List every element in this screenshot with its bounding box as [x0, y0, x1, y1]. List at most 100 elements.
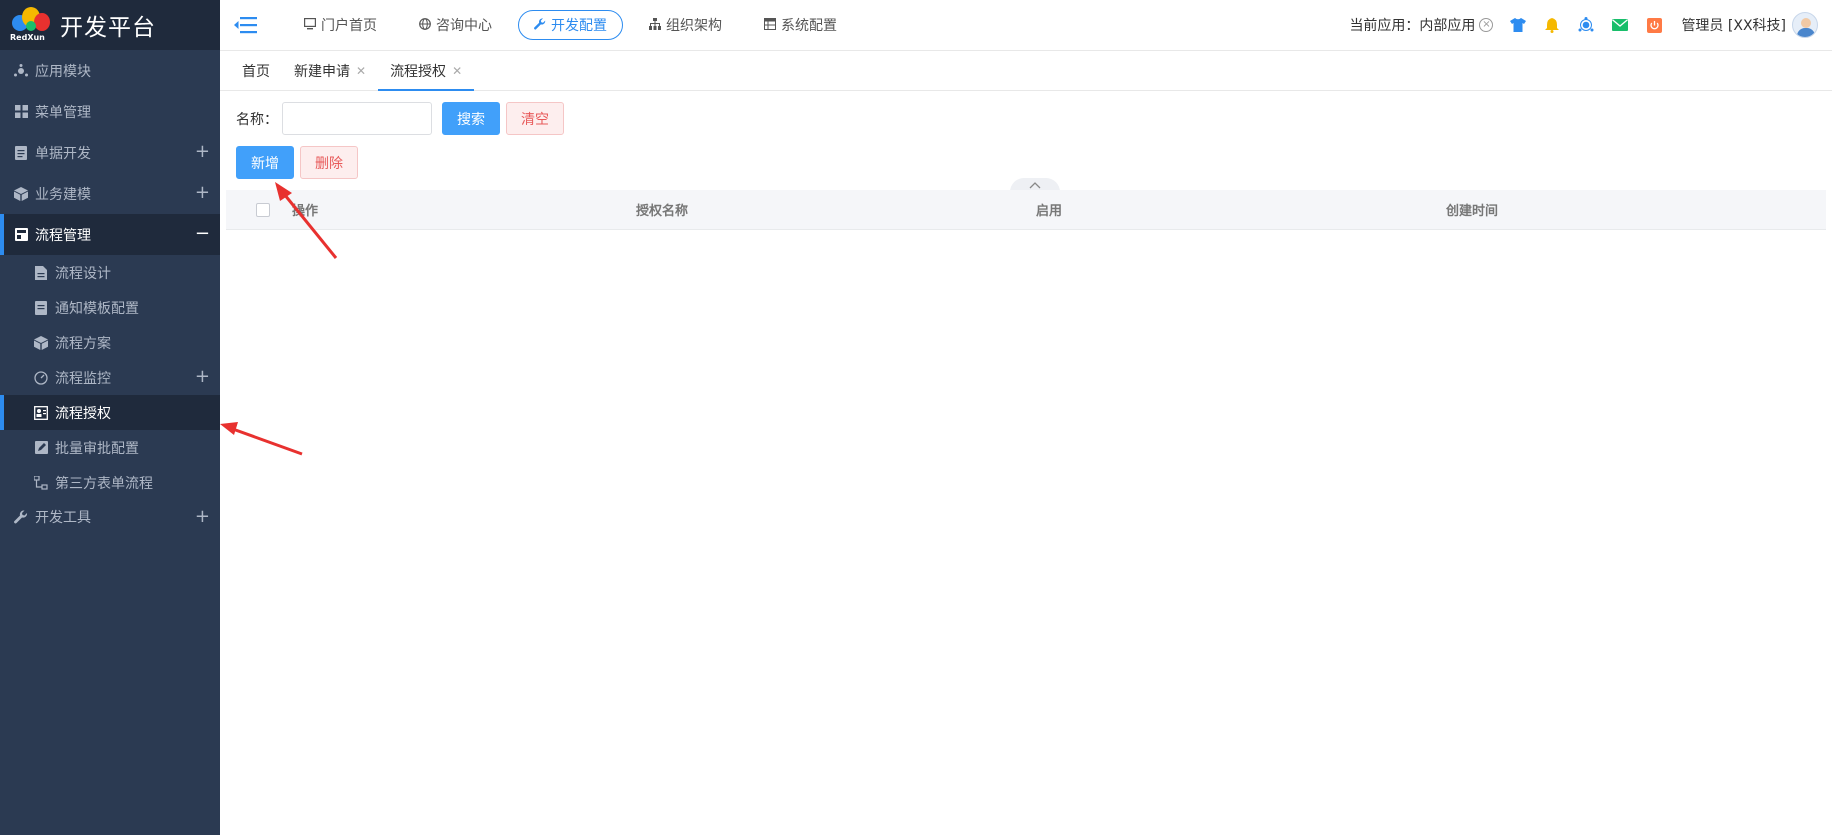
- sidebar-item-app-module[interactable]: 应用模块: [0, 50, 220, 91]
- authorize-icon: [34, 405, 48, 420]
- app-module-icon[interactable]: [1577, 16, 1595, 34]
- clear-app-icon[interactable]: ×: [1479, 18, 1494, 32]
- logo-icon: RedXun: [10, 5, 54, 45]
- shirt-icon[interactable]: [1509, 16, 1527, 34]
- globe-icon: [419, 17, 431, 33]
- tab-workflow-authorize[interactable]: 流程授权 ✕: [378, 51, 475, 91]
- sidebar-subitem-workflow-monitor[interactable]: 流程监控 +: [0, 360, 220, 395]
- close-icon[interactable]: ✕: [356, 64, 366, 78]
- sidebar-item-label: 开发工具: [35, 510, 91, 526]
- collapse-icon[interactable]: −: [195, 224, 210, 244]
- sidebar-subitem-batch-approval[interactable]: 批量审批配置: [0, 430, 220, 465]
- top-nav: 门户首页 咨询中心 开发配置 组织架构 系统配置: [288, 10, 863, 40]
- topnav-label: 组织架构: [666, 18, 722, 34]
- sidebar-nav-bottom: 开发工具 +: [0, 500, 220, 534]
- topnav-system-config[interactable]: 系统配置: [748, 10, 853, 40]
- add-button[interactable]: 新增: [236, 146, 294, 179]
- expand-icon[interactable]: +: [195, 183, 210, 203]
- sidebar-subitem-label: 流程授权: [55, 405, 111, 422]
- document-icon: [14, 145, 28, 160]
- sidebar-item-label: 业务建模: [35, 186, 91, 203]
- select-all-checkbox[interactable]: [256, 202, 270, 217]
- tab-new-application[interactable]: 新建申请 ✕: [282, 51, 378, 90]
- sidebar-item-doc-dev[interactable]: 单据开发 +: [0, 132, 220, 173]
- sidebar-subitem-workflow-authorize[interactable]: 流程授权: [0, 395, 220, 430]
- topbar: 门户首页 咨询中心 开发配置 组织架构 系统配置 当前应用：内部应用 × 管理员…: [220, 0, 1832, 51]
- user-menu[interactable]: 管理员 [XX科技]: [1681, 12, 1818, 38]
- file-icon: [34, 265, 48, 280]
- column-header-auth-name[interactable]: 授权名称: [636, 200, 688, 219]
- current-app[interactable]: 当前应用：内部应用 ×: [1349, 15, 1494, 35]
- app-module-icon: [14, 63, 28, 78]
- topnav-label: 门户首页: [321, 18, 377, 34]
- sidebar-item-label: 单据开发: [35, 145, 91, 162]
- cube-icon: [14, 186, 28, 201]
- sidebar-item-label: 菜单管理: [35, 104, 91, 121]
- sidebar-subitem-workflow-scheme[interactable]: 流程方案: [0, 325, 220, 360]
- sitemap-icon: [34, 475, 48, 490]
- tab-label: 首页: [242, 63, 270, 80]
- sidebar-subitem-label: 流程方案: [55, 335, 111, 352]
- user-label: 管理员 [XX科技]: [1681, 18, 1786, 34]
- expand-icon[interactable]: +: [195, 507, 210, 527]
- logo-area[interactable]: RedXun 开发平台: [0, 0, 220, 50]
- gauge-icon: [34, 370, 48, 385]
- column-header-created-time[interactable]: 创建时间: [1446, 200, 1498, 219]
- table-icon: [764, 17, 776, 33]
- brand-sub: RedXun: [10, 33, 45, 42]
- topnav-consult-center[interactable]: 咨询中心: [403, 10, 508, 40]
- org-icon: [649, 17, 661, 33]
- sidebar-item-menu-manage[interactable]: 菜单管理: [0, 91, 220, 132]
- sidebar-item-label: 应用模块: [35, 63, 91, 80]
- sidebar-subitem-label: 批量审批配置: [55, 440, 139, 457]
- sidebar-subnav: 流程设计 通知模板配置 流程方案 流程监控 + 流程授权 批量审批配置 第三方表…: [0, 255, 220, 500]
- search-button[interactable]: 搜索: [442, 102, 500, 135]
- expand-icon[interactable]: +: [195, 367, 210, 387]
- menu-toggle-icon[interactable]: [234, 15, 258, 35]
- avatar[interactable]: [1792, 12, 1818, 38]
- sidebar-subitem-label: 流程监控: [55, 370, 111, 387]
- mail-icon[interactable]: [1611, 16, 1629, 34]
- topnav-org-structure[interactable]: 组织架构: [633, 10, 738, 40]
- column-header-actions[interactable]: 操作: [292, 200, 318, 219]
- sidebar-nav: 应用模块 菜单管理 单据开发 + 业务建模 + 流程管理 −: [0, 50, 220, 255]
- bell-icon[interactable]: [1543, 16, 1561, 34]
- tab-home[interactable]: 首页: [230, 51, 282, 90]
- table-header: 操作 授权名称 启用 创建时间: [226, 190, 1826, 230]
- topnav-label: 系统配置: [781, 18, 837, 34]
- topnav-portal-home[interactable]: 门户首页: [288, 10, 393, 40]
- sidebar-subitem-label: 通知模板配置: [55, 300, 139, 317]
- sidebar-item-workflow-manage[interactable]: 流程管理 −: [0, 214, 220, 255]
- clear-button[interactable]: 清空: [506, 102, 564, 135]
- action-bar: 新增 删除: [236, 146, 358, 179]
- search-label: 名称：: [236, 111, 278, 128]
- page-tabs: 首页 新建申请 ✕ 流程授权 ✕: [220, 51, 1832, 91]
- sidebar-subitem-third-party-form[interactable]: 第三方表单流程: [0, 465, 220, 500]
- topbar-right: 当前应用：内部应用 × 管理员 [XX科技]: [1349, 0, 1818, 50]
- sidebar-subitem-label: 流程设计: [55, 265, 111, 282]
- column-header-enabled[interactable]: 启用: [1036, 200, 1062, 219]
- current-app-label: 当前应用：内部应用: [1349, 18, 1476, 34]
- expand-icon[interactable]: +: [195, 142, 210, 162]
- sidebar-subitem-notify-template[interactable]: 通知模板配置: [0, 290, 220, 325]
- template-icon: [34, 300, 48, 315]
- search-bar: 名称： 搜索 清空: [236, 102, 564, 135]
- workflow-icon: [14, 228, 28, 242]
- topnav-label: 咨询中心: [436, 18, 492, 34]
- sidebar-subitem-workflow-design[interactable]: 流程设计: [0, 255, 220, 290]
- main-content: 名称： 搜索 清空 新增 删除 操作 授权名称 启用 创建时间: [220, 92, 1832, 835]
- sidebar-subitem-label: 第三方表单流程: [55, 475, 153, 492]
- name-search-input[interactable]: [282, 102, 432, 135]
- sidebar-item-dev-tools[interactable]: 开发工具 +: [0, 500, 220, 534]
- wrench-icon: [14, 510, 28, 524]
- delete-button[interactable]: 删除: [300, 146, 358, 179]
- wrench-icon: [534, 17, 546, 33]
- app-title: 开发平台: [60, 15, 156, 41]
- close-icon[interactable]: ✕: [452, 64, 462, 78]
- sidebar-item-label: 流程管理: [35, 227, 91, 244]
- cube-icon: [34, 335, 48, 350]
- topnav-dev-config[interactable]: 开发配置: [518, 10, 623, 40]
- monitor-icon: [304, 17, 317, 33]
- power-icon[interactable]: [1645, 16, 1663, 34]
- sidebar-item-biz-model[interactable]: 业务建模 +: [0, 173, 220, 214]
